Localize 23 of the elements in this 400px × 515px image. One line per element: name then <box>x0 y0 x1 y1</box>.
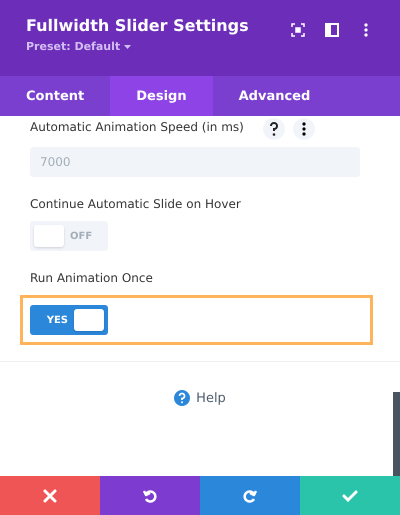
preset-dropdown[interactable]: Preset: Default <box>26 40 249 53</box>
undo-icon <box>142 488 158 504</box>
field-label: Run Animation Once <box>30 270 154 287</box>
toggle-switch[interactable]: YES <box>30 305 108 335</box>
field-label: Automatic Animation Speed (in ms) <box>30 119 245 136</box>
undo-button[interactable] <box>100 476 200 515</box>
close-icon <box>42 488 58 504</box>
help-icon <box>174 390 190 406</box>
redo-icon <box>242 488 258 504</box>
check-icon <box>342 488 358 504</box>
tab[interactable]: Advanced <box>212 76 336 116</box>
tab[interactable]: Content <box>0 76 110 116</box>
focus-icon[interactable] <box>290 22 306 38</box>
field-label: Continue Automatic Slide on Hover <box>30 196 242 213</box>
more-icon[interactable] <box>293 118 315 140</box>
scrollbar[interactable] <box>393 392 400 476</box>
panel-title: Fullwidth Slider Settings <box>26 16 249 35</box>
tab[interactable]: Design <box>110 76 213 116</box>
sidebar-icon[interactable] <box>324 22 340 38</box>
caret-icon <box>124 44 132 48</box>
number-field[interactable]: 7000 <box>30 147 360 177</box>
help-icon[interactable] <box>263 118 285 140</box>
help-link[interactable]: Help <box>174 390 226 406</box>
